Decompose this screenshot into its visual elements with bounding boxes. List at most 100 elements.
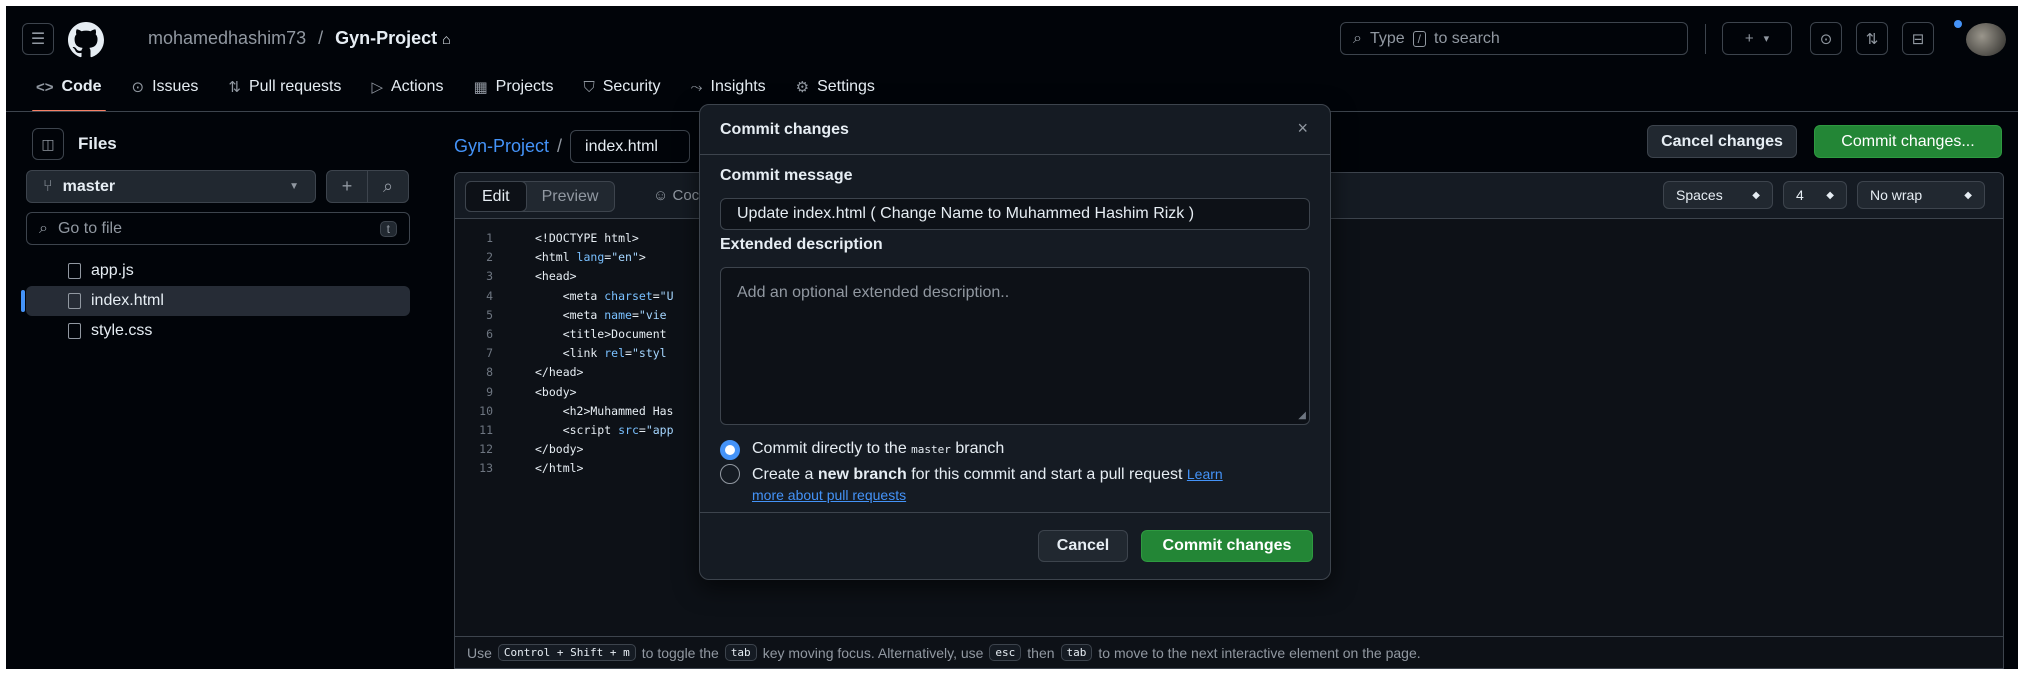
close-icon[interactable]: × [1297,118,1308,139]
file-tree-item[interactable]: app.js [26,256,410,286]
branch-selector[interactable]: ⑂ master ▼ [26,170,316,203]
hint-text: to move to the next interactive element … [1098,644,1421,661]
create-new-button[interactable]: + ▾ [1722,22,1792,55]
learn-more-link[interactable]: Learn [1187,466,1223,482]
copilot-label: Coc [672,187,700,204]
new-branch-option[interactable]: Create a new branch for this commit and … [720,464,1223,506]
resize-handle-icon[interactable]: ◢ [1298,410,1306,421]
line-number: 7 [486,346,493,361]
inbox-button[interactable]: ⊟ [1902,22,1934,55]
shortcut-key: tab [1060,644,1093,661]
description-placeholder: Add an optional extended description.. [737,284,1010,301]
search-icon: ⌕ [382,176,394,196]
code-line: <h2>Muhammed Has [535,403,674,418]
code-line: <head> [535,269,577,284]
tab-security[interactable]: ⛉ Security [583,70,660,104]
cancel-changes-button[interactable]: Cancel changes [1647,125,1797,158]
code-line: <html lang="en"> [535,250,646,265]
pull-requests-button[interactable]: ⇅ [1856,22,1888,55]
tab-actions[interactable]: ▷ Actions [371,70,443,104]
repo-link[interactable]: Gyn-Project [454,136,549,157]
tab-edit[interactable]: Edit [465,181,527,212]
commit-changes-submit-button[interactable]: Commit changes [1141,530,1313,562]
issue-opened-icon: ⊙ [131,79,145,96]
shield-icon: ⛉ [583,78,595,96]
chevron-updown-icon: ◆ [1752,189,1760,201]
filename-input[interactable]: index.html [570,130,691,163]
line-number: 3 [486,269,493,284]
copilot-button[interactable]: ☺ Coc [653,187,699,204]
tab-preview[interactable]: Preview [526,182,615,211]
file-tree-item-selected[interactable]: index.html [21,286,410,316]
edit-preview-toggle: Edit Preview [465,181,616,212]
radio-selected[interactable] [720,440,740,460]
issues-button[interactable]: ⊙ [1810,22,1842,55]
indent-mode-value: Spaces [1676,187,1723,203]
wrap-mode-value: No wrap [1870,187,1923,203]
search-files-button[interactable]: ⌕ [367,170,409,203]
hamburger-menu-button[interactable]: ☰ [22,23,54,55]
commit-message-label: Commit message [720,167,853,184]
go-to-file-input[interactable]: ⌕ Go to file t [26,212,410,245]
avatar[interactable] [1966,23,2006,56]
path-separator: / [557,136,563,156]
sidebar-collapse-icon[interactable]: ◫ [32,128,64,160]
line-number: 10 [479,403,493,418]
tab-code[interactable]: <> Code [32,70,106,112]
tab-insights[interactable]: ⤳ Insights [691,70,766,104]
git-branch-icon: ⑂ [43,177,53,195]
indent-mode-select[interactable]: Spaces ◆ [1663,181,1773,209]
graph-icon: ⤳ [690,78,703,96]
line-number: 1 [486,231,493,245]
extended-description-textarea[interactable]: Add an optional extended description.. ◢ [720,267,1310,425]
option-text: for this commit and start a pull request [911,466,1183,483]
line-number: 4 [486,288,493,303]
line-number: 9 [486,384,493,399]
github-logo-icon[interactable] [68,22,104,58]
branch-name: master [62,177,116,195]
file-name: style.css [91,322,153,339]
commit-changes-dialog: Commit changes × Commit message Update i… [699,104,1331,580]
tab-label: Issues [152,78,199,95]
extended-description-label: Extended description [720,236,883,253]
inbox-icon: ⊟ [1911,30,1925,48]
copilot-icon: ☺ [653,187,669,204]
learn-more-link[interactable]: more about pull requests [752,487,906,503]
radio-unselected[interactable] [720,464,740,484]
chevron-updown-icon: ◆ [1826,189,1834,201]
repo-link[interactable]: Gyn-Project ⌂ [335,28,451,49]
add-file-button[interactable]: + [326,170,368,203]
cancel-button[interactable]: Cancel [1038,530,1128,562]
search-icon: ⌕ [1353,29,1362,47]
file-tree-item[interactable]: style.css [26,316,410,346]
commit-message-input[interactable]: Update index.html ( Change Name to Muham… [720,198,1310,230]
shortcut-key: Control + Shift + m [497,644,636,661]
search-icon: ⌕ [39,219,48,237]
search-input[interactable]: ⌕ Type / to search [1340,22,1688,55]
commit-changes-button[interactable]: Commit changes... [1814,125,2002,158]
editor-path: Gyn-Project / index.html [454,130,691,163]
code-line: <title>Document [535,327,667,341]
tab-projects[interactable]: ▦ Projects [473,70,553,104]
search-suffix: to search [1434,29,1500,47]
file-icon [68,293,81,309]
indent-size-select[interactable]: 4 ◆ [1783,181,1847,209]
commit-direct-option[interactable]: Commit directly to the master branch [720,440,1004,460]
tab-settings[interactable]: ⚙ Settings [796,70,875,104]
code-line: <body> [535,384,577,399]
notification-indicator [1954,20,1962,28]
hint-text: to toggle the [641,644,719,661]
chevron-down-icon: ▼ [289,181,299,192]
indent-size-value: 4 [1796,187,1804,203]
owner-link[interactable]: mohamedhashim73 [148,28,306,49]
gear-icon: ⚙ [795,79,810,96]
tab-issues[interactable]: ⊙ Issues [132,70,199,104]
shortcut-key: esc [989,644,1022,661]
wrap-mode-select[interactable]: No wrap ◆ [1857,181,1985,209]
tab-pull-requests[interactable]: ⇅ Pull requests [228,70,341,104]
git-pull-request-icon: ⇅ [1865,30,1879,48]
code-line: <link rel="styl [535,346,667,361]
file-icon [68,263,81,279]
shortcut-key: tab [724,644,757,661]
code-line: </body> [535,442,584,457]
